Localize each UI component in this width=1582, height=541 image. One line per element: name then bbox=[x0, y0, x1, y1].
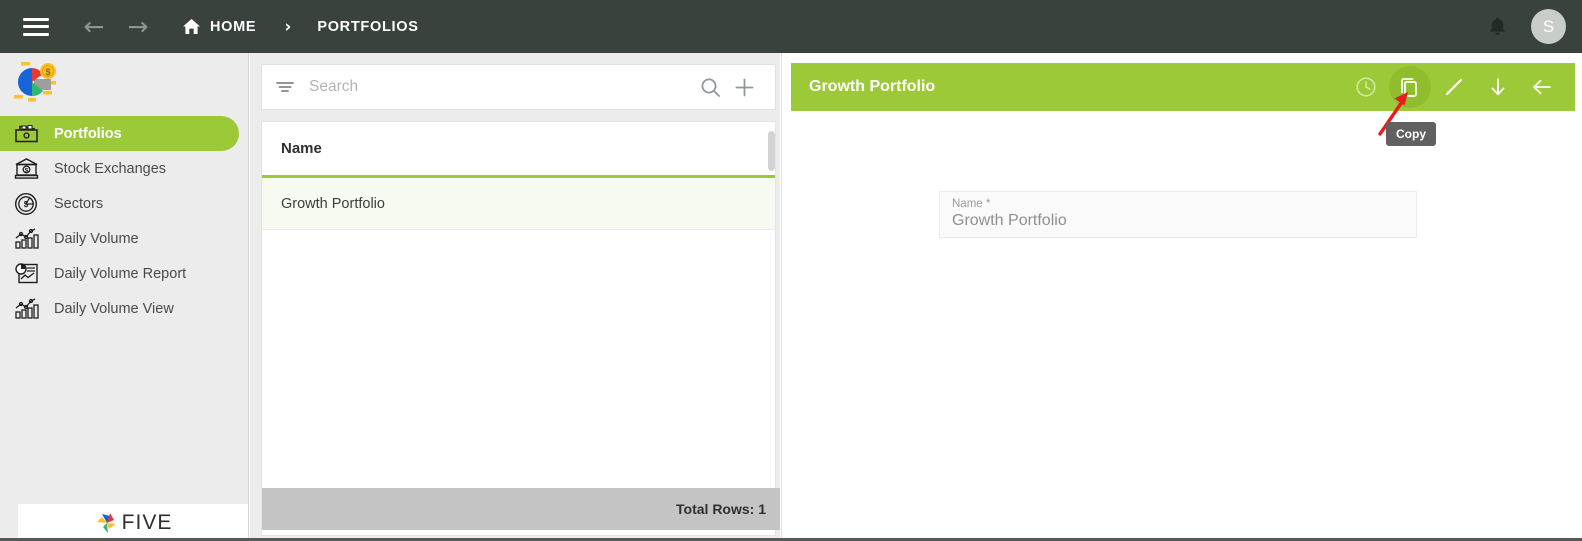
sidebar-item-stock-exchanges[interactable]: $ Stock Exchanges bbox=[0, 151, 248, 186]
top-bar-right-actions: S bbox=[1475, 0, 1582, 53]
add-record-button[interactable] bbox=[727, 77, 761, 98]
avatar-initial: S bbox=[1542, 16, 1555, 36]
bank-icon: $ bbox=[12, 157, 40, 180]
column-header-name[interactable]: Name bbox=[281, 140, 322, 157]
nav-back-button[interactable]: ← bbox=[72, 0, 116, 53]
detail-panel: Growth Portfolio Name * Growth Portfolio bbox=[781, 53, 1582, 541]
portfolio-folder-icon bbox=[12, 123, 40, 144]
sidebar-item-daily-volume-report[interactable]: Daily Volume Report bbox=[0, 256, 248, 291]
download-arrow-icon bbox=[1491, 78, 1505, 96]
sidebar-item-label: Portfolios bbox=[54, 125, 122, 142]
total-rows-label: Total Rows: 1 bbox=[676, 501, 766, 517]
search-input[interactable] bbox=[309, 78, 693, 96]
arrow-right-icon: → bbox=[127, 12, 149, 41]
sidebar-item-portfolios[interactable]: Portfolios bbox=[0, 116, 239, 151]
table-header-row: Name bbox=[262, 122, 775, 178]
arrow-left-icon: ← bbox=[83, 12, 105, 41]
sidebar-item-label: Daily Volume View bbox=[54, 300, 174, 317]
sidebar-item-label: Daily Volume bbox=[54, 230, 139, 247]
name-field-label: Name * bbox=[952, 198, 991, 210]
pie-chart-coin-logo: $ bbox=[14, 62, 56, 102]
cell-name: Growth Portfolio bbox=[281, 195, 385, 212]
name-field-value: Growth Portfolio bbox=[952, 212, 1067, 229]
name-field[interactable]: Name * Growth Portfolio bbox=[939, 191, 1417, 238]
notification-bell-icon bbox=[1489, 17, 1505, 35]
svg-text:$: $ bbox=[45, 67, 50, 77]
breadcrumb-separator-icon: › bbox=[284, 16, 292, 37]
table-row[interactable]: Growth Portfolio bbox=[262, 178, 775, 230]
top-app-bar: ← → HOME › PORTFOLIOS S bbox=[0, 0, 1582, 53]
list-scrollbar-thumb[interactable] bbox=[768, 131, 775, 171]
filter-icon[interactable] bbox=[276, 80, 294, 94]
bar-chart-line-icon bbox=[12, 297, 40, 320]
breadcrumb: HOME › PORTFOLIOS bbox=[182, 17, 419, 37]
nav-forward-button[interactable]: → bbox=[116, 0, 160, 53]
close-detail-button[interactable] bbox=[1521, 66, 1563, 108]
vendor-logo-text: FIVE bbox=[121, 510, 173, 534]
svg-text:$: $ bbox=[24, 168, 28, 175]
search-bar bbox=[261, 64, 776, 110]
home-icon bbox=[182, 18, 201, 35]
totals-bar: Total Rows: 1 bbox=[262, 488, 780, 530]
menu-button[interactable] bbox=[14, 0, 58, 53]
records-table: Name Growth Portfolio bbox=[261, 121, 776, 536]
sidebar-item-label: Stock Exchanges bbox=[54, 160, 167, 177]
back-arrow-icon bbox=[1533, 79, 1551, 95]
notifications-button[interactable] bbox=[1475, 0, 1519, 53]
user-avatar[interactable]: S bbox=[1531, 9, 1566, 44]
pie-chart-dollar-icon: $ bbox=[12, 192, 40, 216]
records-list-panel: Name Growth Portfolio bbox=[250, 53, 780, 541]
tooltip-copy: Copy bbox=[1386, 122, 1436, 146]
edit-button[interactable] bbox=[1433, 66, 1475, 108]
sidebar-item-sectors[interactable]: $ Sectors bbox=[0, 186, 248, 221]
search-icon[interactable] bbox=[693, 77, 727, 98]
sidebar-item-label: Sectors bbox=[54, 195, 104, 212]
breadcrumb-current-label: PORTFOLIOS bbox=[317, 18, 419, 35]
plus-icon bbox=[735, 78, 753, 96]
bar-chart-line-icon bbox=[12, 227, 40, 250]
edit-pencil-icon bbox=[1445, 78, 1463, 96]
app-logo: $ bbox=[0, 53, 248, 111]
sidebar-item-daily-volume-view[interactable]: Daily Volume View bbox=[0, 291, 248, 326]
sidebar-item-daily-volume[interactable]: Daily Volume bbox=[0, 221, 248, 256]
tooltip-text: Copy bbox=[1396, 127, 1426, 141]
sidebar-nav: Portfolios $ Stock Exchanges $ Sectors D… bbox=[0, 116, 248, 326]
breadcrumb-home-label[interactable]: HOME bbox=[210, 19, 256, 35]
hamburger-icon bbox=[23, 17, 49, 36]
detail-header: Growth Portfolio bbox=[791, 63, 1575, 111]
report-document-icon bbox=[12, 262, 40, 285]
detail-title: Growth Portfolio bbox=[809, 78, 936, 95]
svg-text:$: $ bbox=[24, 200, 29, 209]
download-button[interactable] bbox=[1477, 66, 1519, 108]
five-pinwheel-icon bbox=[96, 512, 116, 533]
sidebar-item-label: Daily Volume Report bbox=[54, 265, 187, 282]
sidebar: $ Portfolios $ Stock Exchanges $ Sectors… bbox=[0, 53, 249, 541]
vendor-logo: FIVE bbox=[18, 504, 248, 541]
